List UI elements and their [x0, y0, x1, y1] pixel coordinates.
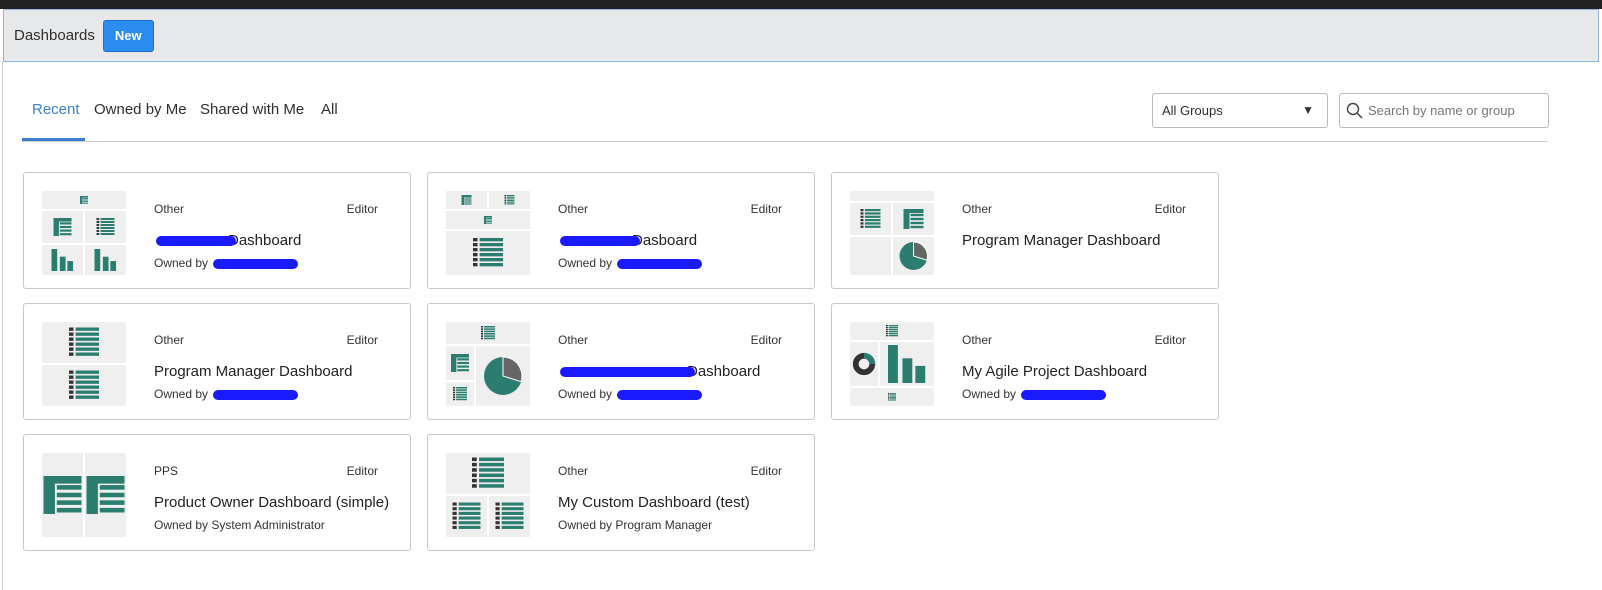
dashboard-owner: Owned by Program Manager [558, 518, 713, 532]
dashboard-thumbnail [42, 453, 126, 537]
dashboard-category: Other [962, 202, 993, 216]
dashboard-name[interactable]: My Custom Dashboard (test) [558, 494, 750, 511]
dashboard-role: Editor [346, 464, 378, 478]
dashboard-name[interactable]: Dashboard [558, 363, 760, 380]
dashboard-card[interactable]: Other Editor Program Manager Dashboard Owne… [23, 303, 411, 420]
dashboard-role: Editor [750, 202, 782, 216]
tab-shared-with-me[interactable]: Shared with Me [200, 101, 304, 118]
search-box[interactable] [1339, 93, 1549, 128]
group-select-value: All Groups [1162, 103, 1223, 118]
dashboard-owner: Owned by [962, 387, 1107, 401]
dashboard-thumbnail [850, 191, 934, 275]
left-border [0, 62, 3, 590]
search-icon [1346, 102, 1363, 119]
dashboard-role: Editor [346, 333, 378, 347]
active-tab-indicator [22, 138, 85, 141]
dashboard-owner: Owned by [154, 256, 299, 270]
dashboard-card[interactable]: Other Editor Dashboard Owned by [427, 303, 815, 420]
redaction-mark [156, 236, 236, 247]
redaction-mark [560, 367, 695, 378]
dashboard-card[interactable]: Other Editor Dashboard Owned by [23, 172, 411, 289]
dashboard-role: Editor [750, 333, 782, 347]
dashboard-name[interactable]: My Agile Project Dashboard [962, 363, 1147, 380]
dashboard-card[interactable]: Other Editor Dasboard Owned by [427, 172, 815, 289]
dashboard-owner: Owned by [154, 387, 299, 401]
search-input[interactable] [1368, 103, 1538, 118]
dashboard-card[interactable]: PPS Editor Product Owner Dashboard (simple… [23, 434, 411, 551]
dashboard-category: Other [558, 333, 589, 347]
dashboard-thumbnail [42, 322, 126, 406]
dashboard-name[interactable]: Dasboard [558, 232, 697, 249]
dashboard-role: Editor [1154, 333, 1186, 347]
dropdown-arrow-icon: ▼ [1302, 103, 1314, 117]
dashboard-category: Other [558, 202, 589, 216]
window-top-bar [0, 0, 1602, 9]
dashboard-category: Other [558, 464, 589, 478]
dashboard-category: PPS [154, 464, 179, 478]
dashboard-thumbnail [850, 322, 934, 406]
redaction-mark [617, 389, 703, 400]
tab-recent[interactable]: Recent [32, 101, 80, 118]
redaction-mark [560, 236, 640, 247]
dashboard-thumbnail [446, 191, 530, 275]
dashboard-card[interactable]: Other Editor My Agile Project Dashboard Own… [831, 303, 1219, 420]
tab-all[interactable]: All [321, 101, 338, 118]
page-title: Dashboards [14, 27, 95, 44]
dashboard-thumbnail [42, 191, 126, 275]
dashboard-card[interactable]: Other Editor Program Manager Dashboard [831, 172, 1219, 289]
dashboard-role: Editor [750, 464, 782, 478]
dashboard-role: Editor [1154, 202, 1186, 216]
dashboard-owner: Owned by [558, 256, 703, 270]
dashboard-thumbnail [446, 453, 530, 537]
dashboard-category: Other [154, 333, 185, 347]
redaction-mark [213, 389, 299, 400]
group-select[interactable]: All Groups ▼ [1152, 93, 1328, 128]
redaction-mark [213, 258, 299, 269]
dashboard-owner: Owned by [558, 387, 703, 401]
dashboard-name[interactable]: Program Manager Dashboard [154, 363, 352, 380]
dashboard-owner: Owned by System Administrator [154, 518, 325, 532]
tab-owned-by-me[interactable]: Owned by Me [94, 101, 187, 118]
dashboard-thumbnail [446, 322, 530, 406]
redaction-mark [1021, 389, 1107, 400]
dashboard-name[interactable]: Program Manager Dashboard [962, 232, 1160, 249]
dashboard-card[interactable]: Other Editor My Custom Dashboard (test) Own… [427, 434, 815, 551]
dashboard-name[interactable]: Product Owner Dashboard (simple) [154, 494, 389, 511]
dashboard-category: Other [962, 333, 993, 347]
new-dashboard-button[interactable]: New [102, 19, 154, 52]
redaction-mark [617, 258, 703, 269]
page-header: Dashboards New [3, 9, 1599, 62]
dashboard-role: Editor [346, 202, 378, 216]
dashboard-name[interactable]: Dashboard [154, 232, 301, 249]
dashboard-category: Other [154, 202, 185, 216]
